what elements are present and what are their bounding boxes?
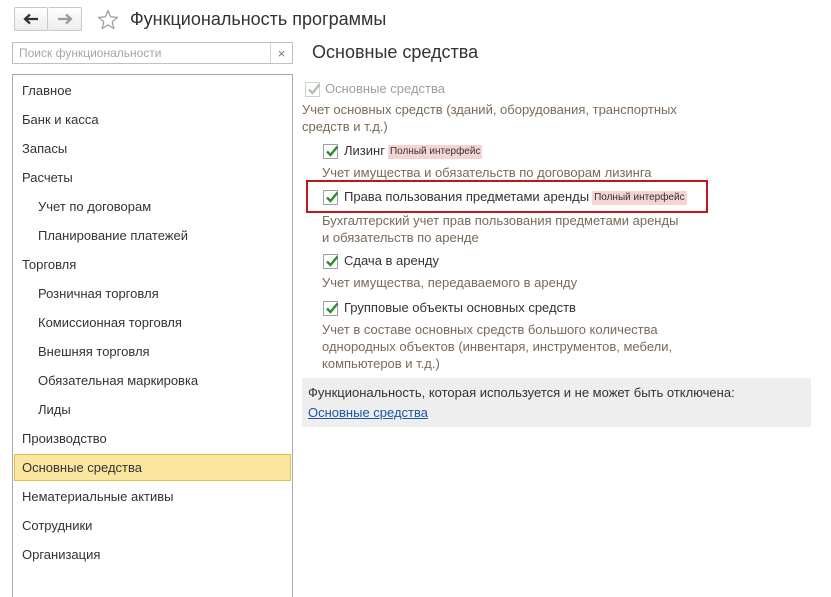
section-item-bank[interactable]: Банк и касса [14,106,291,133]
section-item-leads[interactable]: Лиды [14,396,291,423]
close-icon: × [277,45,286,61]
checkmark-icon [326,145,339,157]
section-title: Основные средства [312,42,479,62]
leasing-label-text: Лизинг [344,143,385,158]
lease-usage-rights-description: Бухгалтерский учет прав пользования пред… [322,213,679,245]
section-item-organization[interactable]: Организация [14,541,291,568]
checkmark-icon [326,302,339,314]
section-item-employees[interactable]: Сотрудники [14,512,291,539]
renting-out-description: Учет имущества, передаваемого в аренду [322,275,578,290]
leasing-description: Учет имущества и обязательств по договор… [322,165,652,180]
checkmark-icon [326,255,339,267]
section-item-contracts[interactable]: Учет по договорам [14,193,291,220]
back-button[interactable] [14,7,48,31]
always-on-panel: Функциональность, которая используется и… [302,378,811,427]
checkmark-icon [308,83,321,95]
full-interface-badge: Полный интерфейс [592,191,687,205]
checkmark-icon [326,191,339,203]
section-item-intangible-assets[interactable]: Нематериальные активы [14,483,291,510]
section-item-main[interactable]: Главное [14,77,291,104]
full-interface-badge: Полный интерфейс [387,145,483,159]
section-item-foreign-trade[interactable]: Внешняя торговля [14,338,291,365]
fixed-assets-label: Основные средства [325,81,445,96]
clear-search-button[interactable]: × [270,43,292,63]
search-field[interactable]: × [12,42,293,64]
leasing-checkbox[interactable] [323,144,339,159]
section-item-production[interactable]: Производство [14,425,291,452]
arrow-left-icon [23,13,38,25]
section-item-payment-planning[interactable]: Планирование платежей [14,222,291,249]
renting-out-checkbox[interactable] [323,254,339,269]
section-item-fixed-assets[interactable]: Основные средства [14,454,291,481]
section-item-trade[interactable]: Торговля [14,251,291,278]
section-item-inventory[interactable]: Запасы [14,135,291,162]
arrow-right-icon [57,13,73,25]
group-assets-description: Учет в составе основных средств большого… [322,322,673,371]
lease-usage-rights-label: Права пользования предметами аренды Полны… [344,189,687,205]
section-item-labeling[interactable]: Обязательная маркировка [14,367,291,394]
group-assets-label: Групповые объекты основных средств [344,300,576,315]
window-title: Функциональность программы [130,9,387,29]
section-item-commission[interactable]: Комиссионная торговля [14,309,291,336]
lease-usage-rights-checkbox[interactable] [323,190,339,205]
favorite-star-button[interactable] [96,8,120,32]
group-assets-checkbox[interactable] [323,301,339,316]
forward-button[interactable] [48,7,82,31]
fixed-assets-description: Учет основных средств (зданий, оборудова… [302,102,677,134]
star-icon [97,9,119,30]
fixed-assets-link[interactable]: Основные средства [308,405,428,420]
sections-list: Главное Банк и касса Запасы Расчеты Учет… [12,74,293,597]
always-on-text: Функциональность, которая используется и… [308,385,735,400]
section-item-settlements[interactable]: Расчеты [14,164,291,191]
renting-out-label: Сдача в аренду [344,253,440,268]
fixed-assets-checkbox[interactable] [305,82,321,97]
leasing-label: Лизинг Полный интерфейс [344,143,483,159]
lease-usage-rights-label-text: Права пользования предметами аренды [344,189,590,204]
search-input[interactable] [13,43,269,63]
section-item-retail[interactable]: Розничная торговля [14,280,291,307]
